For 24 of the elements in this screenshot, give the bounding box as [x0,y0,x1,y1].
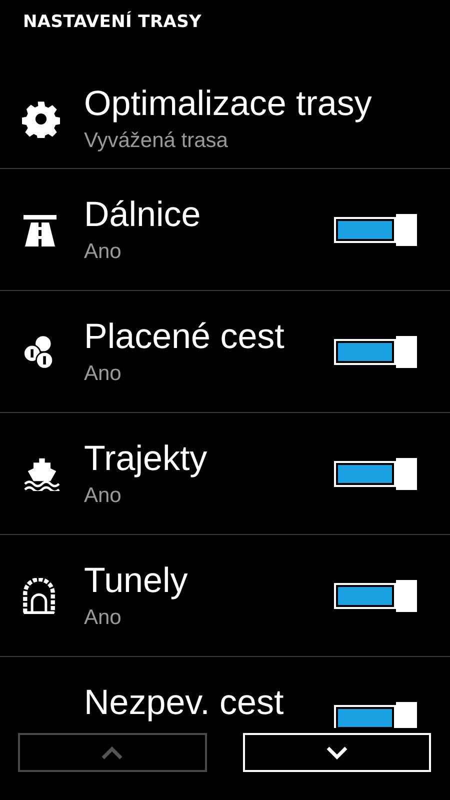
setting-title[interactable]: Nezpev. cest [84,680,310,724]
page-title: NASTAVENÍ TRASY [22,10,203,34]
toggle-switch[interactable] [334,458,417,490]
setting-value: Vyvážená trasa [84,128,229,154]
chevron-down-icon [326,746,348,760]
toggle-switch[interactable] [334,214,417,246]
gear-icon [22,100,60,138]
scroll-down-button[interactable] [242,733,431,772]
setting-title[interactable]: Tunely [84,558,310,602]
tunnel-icon [22,578,56,614]
setting-value: Ano [84,482,122,508]
toggle-switch[interactable] [334,336,417,368]
setting-title[interactable]: Optimalizace trasy [84,82,414,126]
toggle-switch[interactable] [334,702,417,728]
setting-title[interactable]: Trajekty [84,436,310,480]
setting-title[interactable]: Placené cest [84,314,310,358]
setting-title[interactable]: Dálnice [84,192,310,236]
chevron-up-icon [101,746,124,760]
setting-value: Ano [84,360,122,386]
highway-icon [22,212,58,246]
setting-value: Ano [84,604,122,630]
setting-value: Ano [84,238,122,264]
toggle-switch[interactable] [334,580,417,612]
ship-icon [22,456,62,490]
